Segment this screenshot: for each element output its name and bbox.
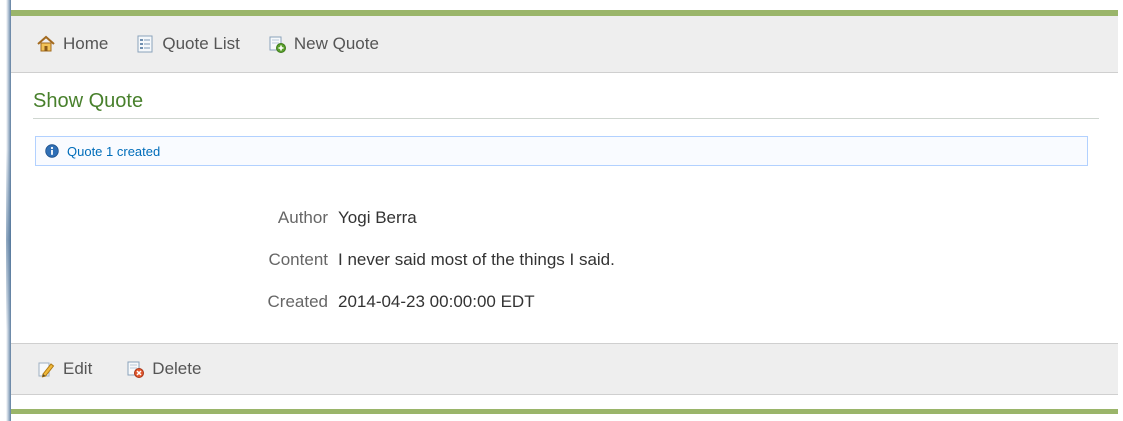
- property-value-content: I never said most of the things I said.: [338, 250, 615, 269]
- edit-button[interactable]: Edit: [37, 359, 92, 379]
- status-message: Quote 1 created: [35, 136, 1088, 166]
- edit-button-label: Edit: [63, 359, 93, 378]
- pencil-icon: [37, 360, 55, 378]
- nav-home-label: Home: [63, 34, 109, 53]
- delete-button[interactable]: Delete: [126, 359, 201, 379]
- property-label-author: Author: [277, 208, 328, 227]
- nav-home-link[interactable]: Home: [37, 34, 108, 54]
- bottom-accent-bar: [11, 409, 1118, 414]
- nav-new-quote-label: New Quote: [293, 34, 379, 53]
- property-label-created: Created: [267, 292, 328, 311]
- navigation-bar: Home Quote List New Quote: [11, 16, 1118, 73]
- property-value-author: Yogi Berra: [338, 208, 417, 227]
- property-label-content: Content: [268, 250, 328, 269]
- info-icon: [45, 144, 59, 158]
- house-icon: [37, 35, 55, 53]
- title-divider: [33, 118, 1099, 119]
- nav-quote-list-label: Quote List: [162, 34, 240, 53]
- nav-quote-list-link[interactable]: Quote List: [136, 34, 240, 54]
- action-buttons-bar: Edit Delete: [11, 343, 1118, 395]
- page-title: Show Quote: [33, 90, 144, 112]
- property-row-created: Created 2014-04-23 00:00:00 EDT: [11, 292, 1118, 316]
- delete-document-icon: [126, 360, 145, 378]
- status-message-text: Quote 1 created: [67, 143, 161, 159]
- app-container: Home Quote List New Quote Show Quote Quo…: [11, 10, 1118, 414]
- property-value-created: 2014-04-23 00:00:00 EDT: [338, 292, 535, 311]
- nav-new-quote-link[interactable]: New Quote: [268, 34, 379, 54]
- delete-button-label: Delete: [152, 359, 202, 378]
- window-left-edge: [0, 0, 11, 421]
- new-document-icon: [268, 35, 286, 53]
- document-list-icon: [136, 35, 154, 53]
- property-row-content: Content I never said most of the things …: [11, 250, 1118, 274]
- property-row-author: Author Yogi Berra: [11, 208, 1118, 232]
